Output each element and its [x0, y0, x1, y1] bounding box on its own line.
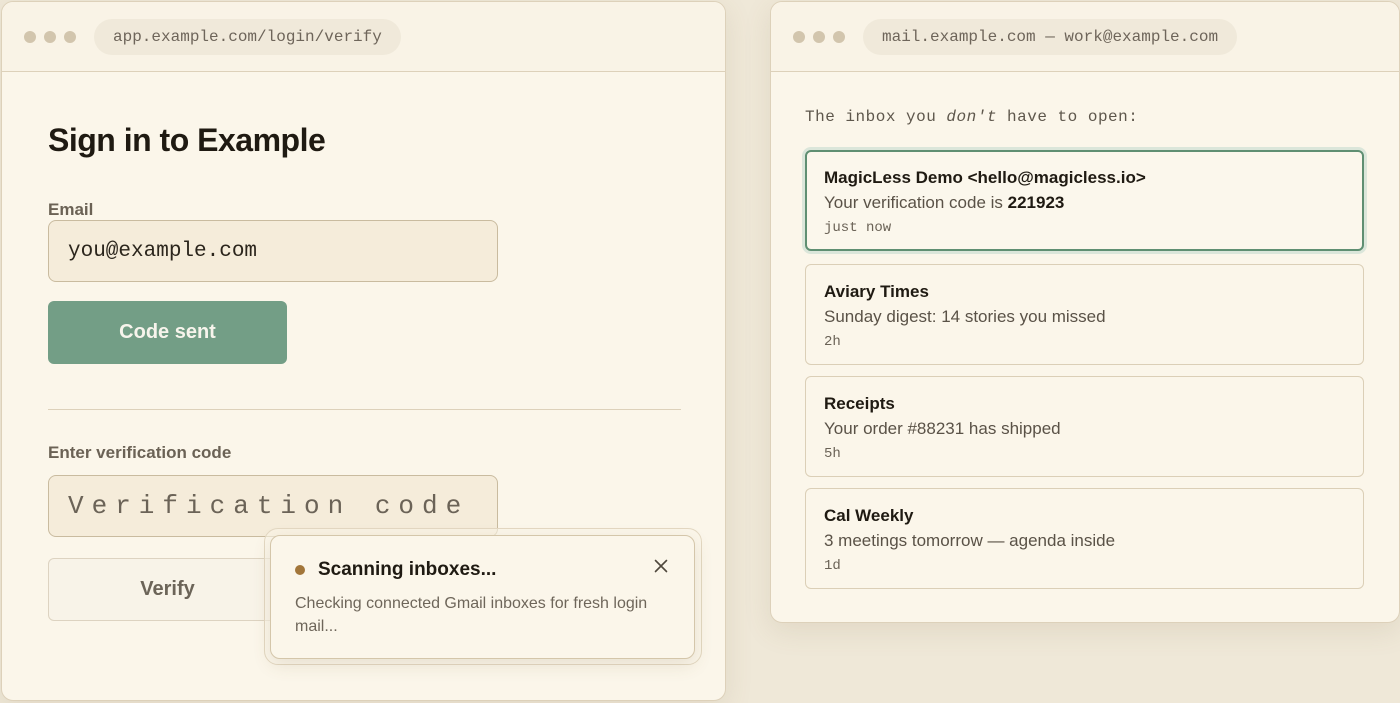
mail-window: mail.example.com — work@example.com The … [770, 1, 1400, 623]
inbox-heading-start: The inbox you [805, 108, 947, 126]
window-close-dot[interactable] [793, 31, 805, 43]
window-close-dot[interactable] [24, 31, 36, 43]
mail-subject: Sunday digest: 14 stories you missed [824, 307, 1106, 326]
login-window-titlebar: app.example.com/login/verify [2, 2, 725, 72]
email-field[interactable] [48, 220, 498, 282]
verify-button[interactable]: Verify [48, 558, 287, 621]
mail-sender: Aviary Times [824, 282, 929, 301]
mail-item-aviary-times[interactable]: Aviary Times Sunday digest: 14 stories y… [805, 264, 1364, 365]
window-maximize-dot[interactable] [64, 31, 76, 43]
close-icon[interactable] [652, 557, 670, 575]
window-controls [24, 31, 76, 43]
toast-title: Scanning inboxes... [318, 559, 497, 580]
inbox-heading: The inbox you don't have to open: [805, 108, 1138, 126]
mail-sender: Receipts [824, 394, 895, 413]
inbox-heading-end: have to open: [996, 108, 1139, 126]
page-title: Sign in to Example [48, 122, 326, 158]
mail-time: 2h [824, 334, 841, 350]
address-bar[interactable]: app.example.com/login/verify [94, 19, 401, 55]
mail-item-receipts[interactable]: Receipts Your order #88231 has shipped 5… [805, 376, 1364, 477]
mail-subject: 3 meetings tomorrow — agenda inside [824, 531, 1116, 550]
verification-code-value: 221923 [1007, 193, 1065, 212]
status-dot-icon [295, 565, 305, 575]
mail-time: just now [824, 220, 892, 236]
mail-item-magicless[interactable]: MagicLess Demo <hello@magicless.io> Your… [805, 150, 1364, 251]
mail-subject-text: Your verification code is [824, 193, 1008, 212]
mail-item-cal-weekly[interactable]: Cal Weekly 3 meetings tomorrow — agenda … [805, 488, 1364, 589]
toast-body: Checking connected Gmail inboxes for fre… [295, 595, 648, 635]
window-minimize-dot[interactable] [44, 31, 56, 43]
window-controls [793, 31, 845, 43]
mail-sender: Cal Weekly [824, 506, 914, 525]
code-sent-button[interactable]: Code sent [48, 301, 287, 364]
window-minimize-dot[interactable] [813, 31, 825, 43]
mail-window-titlebar: mail.example.com — work@example.com [771, 2, 1399, 72]
mail-time: 1d [824, 558, 841, 574]
mail-subject: Your order #88231 has shipped [824, 419, 1061, 438]
verification-code-label: Enter verification code [48, 443, 232, 462]
inbox-heading-emphasis: don't [946, 108, 997, 126]
address-bar[interactable]: mail.example.com — work@example.com [863, 19, 1238, 55]
mail-time: 5h [824, 446, 841, 462]
email-label: Email [48, 200, 94, 219]
mail-subject: Your verification code is 221923 [824, 193, 1064, 213]
mail-sender: MagicLess Demo <hello@magicless.io> [824, 168, 1146, 187]
divider [48, 409, 681, 410]
window-maximize-dot[interactable] [833, 31, 845, 43]
scanning-toast: Scanning inboxes... Checking connected G… [270, 535, 695, 659]
close-icon-glyph [654, 559, 668, 573]
